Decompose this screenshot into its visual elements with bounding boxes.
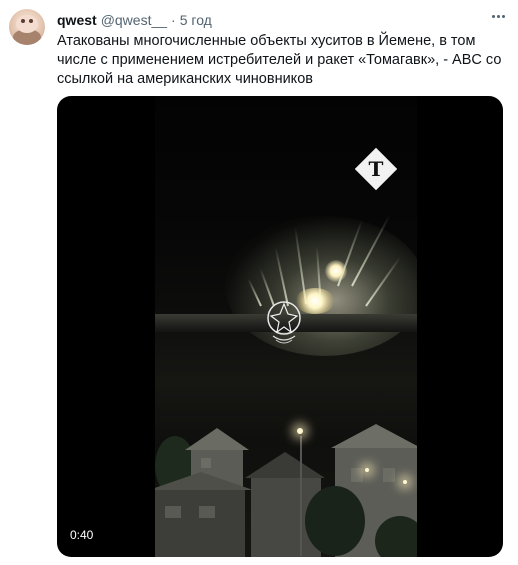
- emblem-watermark-icon: [267, 301, 301, 344]
- timestamp[interactable]: 5 год: [180, 12, 212, 28]
- author-name[interactable]: qwest: [57, 12, 97, 28]
- separator-dot: ·: [171, 12, 176, 28]
- author-handle[interactable]: @qwest__: [101, 12, 167, 28]
- explosion-flash-secondary: [325, 260, 347, 282]
- video-frame[interactable]: T: [155, 96, 417, 557]
- street-lamp: [365, 468, 369, 472]
- more-options-icon[interactable]: [488, 8, 508, 24]
- video-duration-badge: 0:40: [65, 526, 99, 544]
- tweet-header: qwest @qwest__ · 5 год: [57, 12, 212, 30]
- street-lamp: [403, 480, 407, 484]
- logo-letter: T: [368, 157, 384, 181]
- tweet-text: Атакованы многочисленные объекты хуситов…: [57, 33, 502, 87]
- video-player[interactable]: T 0:40: [57, 96, 503, 557]
- tweet-card[interactable]: qwest @qwest__ · 5 год Атакованы многочи…: [0, 0, 518, 565]
- explosion-glow: [225, 216, 417, 356]
- street-lamp: [297, 428, 303, 434]
- avatar[interactable]: [9, 9, 45, 45]
